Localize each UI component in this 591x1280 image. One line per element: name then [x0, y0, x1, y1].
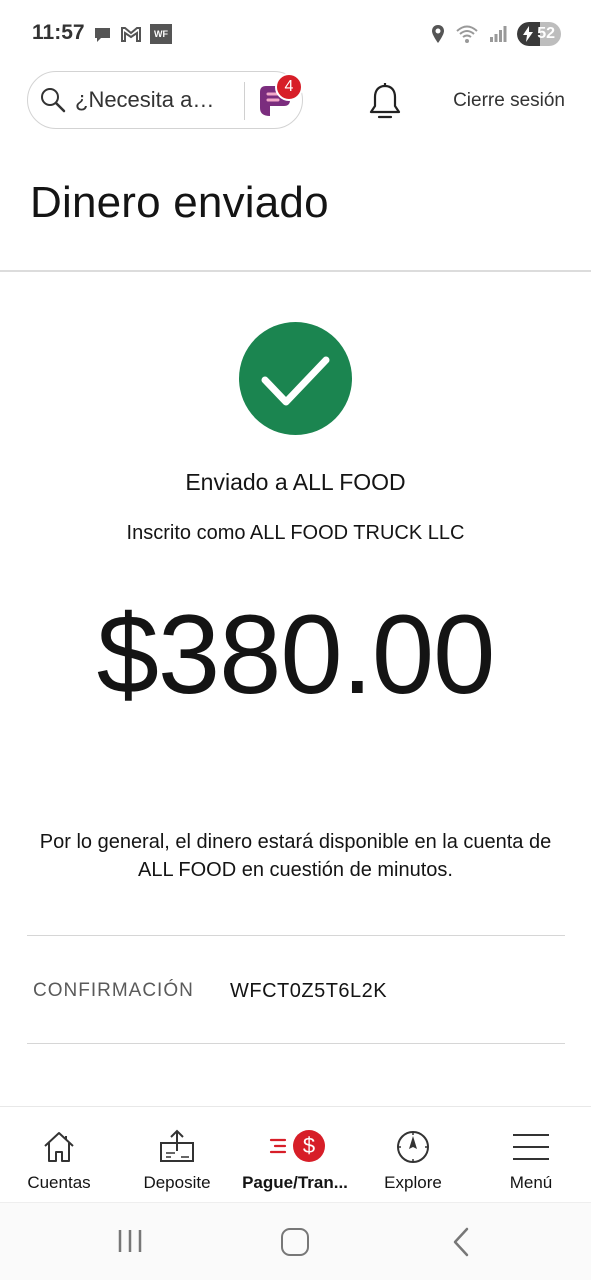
home-button-icon[interactable]	[281, 1228, 309, 1256]
search-input[interactable]: ¿Necesita a…	[75, 87, 214, 113]
deposit-icon	[160, 1129, 194, 1162]
confirmation-label: CONFIRMACIÓN	[33, 980, 194, 1001]
notification-icons: WF	[93, 24, 172, 44]
charging-bolt-icon	[523, 26, 533, 42]
tab-cuentas[interactable]: Cuentas	[0, 1107, 118, 1203]
title-divider	[0, 270, 591, 272]
gmail-icon	[121, 26, 141, 42]
assistant-badge: 4	[275, 73, 303, 101]
battery-icon: 52	[517, 22, 561, 46]
tab-deposite[interactable]: Deposite	[118, 1107, 236, 1203]
page-title: Dinero enviado	[30, 178, 329, 227]
location-icon	[432, 25, 444, 43]
search-divider	[244, 82, 245, 120]
wf-app-icon: WF	[150, 24, 172, 44]
search-icon	[41, 88, 66, 113]
bottom-tab-bar: Cuentas Deposite $ Pague/Tran... Explore…	[0, 1106, 591, 1202]
battery-level: 52	[537, 25, 555, 42]
tab-explore[interactable]: Explore	[354, 1107, 472, 1203]
confirmation-divider-top	[27, 935, 565, 936]
wifi-icon	[456, 25, 478, 43]
bell-icon[interactable]	[368, 82, 402, 120]
amount-sent: $380.00	[96, 592, 496, 717]
success-check-icon	[239, 322, 352, 435]
search-bar[interactable]: ¿Necesita a… 4	[27, 71, 303, 129]
tab-menu[interactable]: Menú	[472, 1107, 590, 1203]
availability-note: Por lo general, el dinero estará disponi…	[39, 831, 552, 881]
system-navigation-bar	[0, 1202, 591, 1280]
tab-label: Menú	[509, 1173, 553, 1192]
dollar-icon: $	[293, 1130, 325, 1162]
confirmation-code: WFCT0Z5T6L2K	[230, 980, 388, 1002]
system-icons: 52	[431, 22, 561, 46]
registered-name-text: Inscrito como ALL FOOD TRUCK LLC	[126, 522, 465, 544]
status-bar: 11:57 WF 52	[0, 0, 591, 68]
tab-pague-transfiera[interactable]: $ Pague/Tran...	[236, 1107, 354, 1203]
tab-label: Explore	[384, 1173, 442, 1192]
hamburger-menu-icon	[513, 1134, 549, 1160]
pay-transfer-icon: $	[269, 1129, 325, 1165]
compass-icon	[397, 1131, 429, 1163]
tab-label: Cuentas	[27, 1173, 91, 1192]
status-time: 11:57	[32, 21, 85, 44]
chat-icon	[95, 27, 110, 42]
logout-link[interactable]: Cierre sesión	[453, 90, 565, 112]
recipient-text: Enviado a ALL FOOD	[185, 469, 406, 495]
home-icon	[44, 1132, 74, 1162]
tab-label: Pague/Tran...	[242, 1173, 348, 1192]
back-icon[interactable]	[450, 1227, 472, 1257]
tab-label: Deposite	[143, 1173, 211, 1192]
recent-apps-icon[interactable]	[117, 1229, 143, 1253]
signal-icon	[490, 26, 507, 42]
confirmation-divider-bottom	[27, 1043, 565, 1044]
